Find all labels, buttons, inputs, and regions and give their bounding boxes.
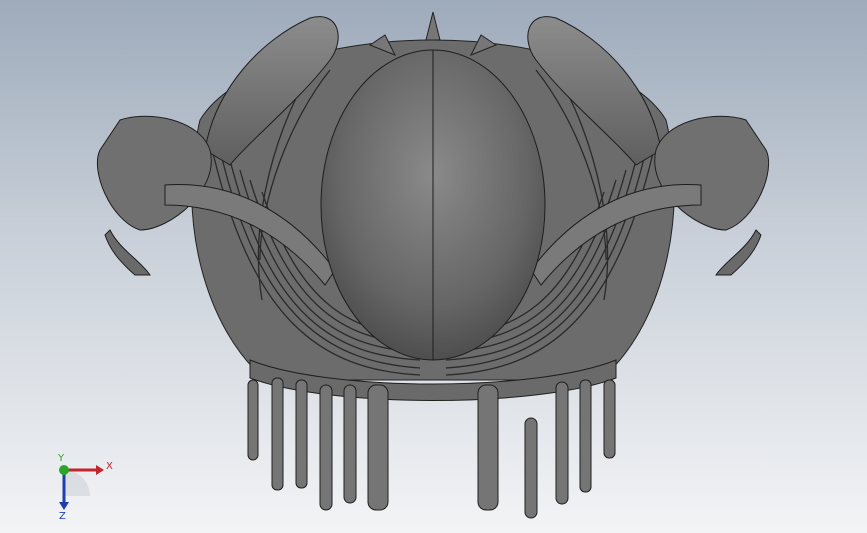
central-body[interactable] [320, 49, 546, 361]
y-axis-label: Y [57, 453, 65, 464]
z-axis-label: Z [59, 511, 66, 520]
right-digits [477, 379, 616, 519]
y-axis-dot [59, 465, 69, 475]
skeleton-model[interactable] [0, 0, 867, 533]
graphics-viewport[interactable]: X Y Z [0, 0, 867, 533]
orientation-triad: X Y Z [57, 453, 113, 520]
x-axis-label: X [106, 461, 113, 472]
